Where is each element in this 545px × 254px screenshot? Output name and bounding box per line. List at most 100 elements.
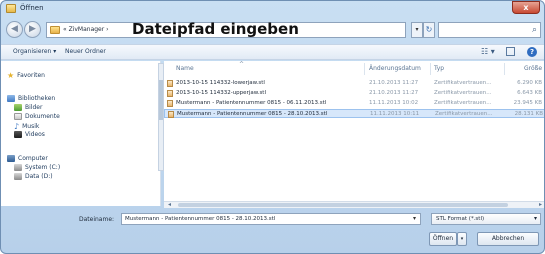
pictures-icon xyxy=(14,104,22,111)
sort-arrow-icon: ^ xyxy=(239,61,245,68)
nav-label: Dokumente xyxy=(25,113,60,120)
window-title: Öffnen xyxy=(20,4,44,12)
file-type: Zertifikatvertrauen... xyxy=(435,111,493,117)
stl-file-icon xyxy=(167,100,173,107)
filename-dropdown-icon[interactable]: ▾ xyxy=(413,215,416,222)
file-row[interactable]: 2013-10-15 114332-lowerjaw.stl 21.10.201… xyxy=(164,79,544,88)
folder-icon xyxy=(6,4,16,13)
drive-icon xyxy=(14,164,22,171)
scrollbar-thumb[interactable] xyxy=(159,80,163,120)
file-date: 11.11.2013 10:11 xyxy=(370,111,420,117)
dialog-footer: Dateiname: Mustermann - Patientennummer … xyxy=(1,208,544,253)
file-date: 21.10.2013 11:27 xyxy=(369,80,419,86)
address-annotation: Dateipfad eingeben xyxy=(132,20,299,38)
video-icon xyxy=(14,131,22,138)
folder-icon xyxy=(50,26,60,34)
close-button[interactable]: x xyxy=(512,1,540,14)
scroll-right-icon[interactable]: ▸ xyxy=(539,201,542,208)
stl-file-icon xyxy=(167,80,173,87)
file-list: ^ Name Änderungsdatum Typ Größe 2013-10-… xyxy=(164,61,544,206)
column-header-name[interactable]: Name xyxy=(176,65,194,72)
library-icon xyxy=(7,95,15,102)
title-bar: Öffnen x xyxy=(1,1,544,17)
nav-label: System (C:) xyxy=(25,164,61,171)
file-size: 6.290 KB xyxy=(517,80,542,86)
filename-input[interactable]: Mustermann - Patientennummer 0815 - 28.1… xyxy=(121,213,421,225)
nav-label: Bilder xyxy=(25,104,43,111)
forward-button[interactable]: ▶ xyxy=(24,21,41,38)
file-list-scrollbar[interactable]: ◂ ▸ xyxy=(164,201,544,208)
file-date: 11.11.2013 10:02 xyxy=(369,100,419,106)
navigation-pane: ★ Favoriten Bibliotheken Bilder Dokumente… xyxy=(1,61,161,206)
nav-label: Bibliotheken xyxy=(18,95,56,102)
file-size: 28.131 KB xyxy=(514,111,543,117)
nav-item-videos[interactable]: Videos xyxy=(14,131,45,138)
file-name: Mustermann - Patientennummer 0815 - 28.1… xyxy=(177,111,328,117)
column-header-type[interactable]: Typ xyxy=(434,65,444,72)
nav-item-drive-d[interactable]: Data (D:) xyxy=(14,173,53,180)
address-dropdown-button[interactable]: ▾ xyxy=(411,22,423,38)
organize-menu[interactable]: Organisieren ▾ xyxy=(13,48,56,55)
filename-label: Dateiname: xyxy=(79,216,115,223)
file-name: 2013-10-15 114332-lowerjaw.stl xyxy=(176,80,265,86)
new-folder-button[interactable]: Neuer Ordner xyxy=(65,48,106,55)
file-row[interactable]: Mustermann - Patientennummer 0815 - 06.1… xyxy=(164,99,544,108)
column-divider[interactable] xyxy=(430,63,431,75)
preview-pane-button[interactable] xyxy=(506,47,515,56)
file-name: Mustermann - Patientennummer 0815 - 06.1… xyxy=(176,100,327,106)
nav-label: Computer xyxy=(18,155,48,162)
file-type-filter[interactable]: STL Format (*.stl) ▾ xyxy=(431,213,541,225)
address-bar[interactable]: « ZivManager › Dateipfad eingeben xyxy=(46,20,406,38)
open-button[interactable]: Öffnen xyxy=(429,232,457,246)
nav-item-documents[interactable]: Dokumente xyxy=(14,113,60,120)
file-type: Zertifikatvertrauen... xyxy=(434,90,492,96)
nav-item-computer[interactable]: Computer xyxy=(7,155,48,162)
help-icon[interactable]: ? xyxy=(527,47,537,57)
nav-label: Data (D:) xyxy=(25,173,53,180)
search-input[interactable]: ⌕ xyxy=(438,22,541,38)
stl-file-icon xyxy=(167,90,173,97)
file-name: 2013-10-15 114332-upperjaw.stl xyxy=(176,90,266,96)
arrow-right-icon: ▶ xyxy=(29,24,36,34)
nav-item-favorites[interactable]: ★ Favoriten xyxy=(7,71,45,80)
open-options-button[interactable]: ▾ xyxy=(457,232,467,246)
file-size: 23.945 KB xyxy=(513,100,542,106)
nav-item-drive-c[interactable]: System (C:) xyxy=(14,164,60,171)
file-date: 21.10.2013 11:27 xyxy=(369,90,419,96)
address-row: ◀ ▶ « ZivManager › Dateipfad eingeben ▾ … xyxy=(1,19,544,41)
search-icon: ⌕ xyxy=(531,25,537,35)
nav-label: Videos xyxy=(25,131,45,138)
music-icon: ♪ xyxy=(14,122,20,131)
nav-item-music[interactable]: ♪ Musik xyxy=(14,122,39,131)
scrollbar-thumb[interactable] xyxy=(178,203,508,207)
file-type-filter-value: STL Format (*.stl) xyxy=(436,216,485,222)
arrow-left-icon: ◀ xyxy=(11,24,18,34)
file-row[interactable]: 2013-10-15 114332-upperjaw.stl 21.10.201… xyxy=(164,89,544,98)
column-header-date[interactable]: Änderungsdatum xyxy=(369,65,421,72)
breadcrumb[interactable]: « ZivManager › xyxy=(63,26,109,33)
back-button[interactable]: ◀ xyxy=(6,21,23,38)
file-type: Zertifikatvertrauen... xyxy=(434,100,492,106)
nav-item-libraries[interactable]: Bibliotheken xyxy=(7,95,55,102)
cancel-button[interactable]: Abbrechen xyxy=(477,232,539,246)
refresh-button[interactable]: ↻ xyxy=(423,22,435,38)
column-header-size[interactable]: Größe xyxy=(524,65,542,72)
nav-label: Musik xyxy=(22,123,40,130)
open-file-dialog: Öffnen x ◀ ▶ « ZivManager › Dateipfad ei… xyxy=(0,0,545,254)
nav-item-pictures[interactable]: Bilder xyxy=(14,104,42,111)
file-type: Zertifikatvertrauen... xyxy=(434,80,492,86)
chevron-down-icon: ▾ xyxy=(533,215,537,222)
stl-file-icon xyxy=(168,111,174,118)
command-bar: Organisieren ▾ Neuer Ordner ☷ ▾ ? xyxy=(1,44,544,60)
view-options-button[interactable]: ☷ ▾ xyxy=(481,47,495,56)
file-row-selected[interactable]: Mustermann - Patientennummer 0815 - 28.1… xyxy=(164,109,544,118)
column-divider[interactable] xyxy=(504,63,505,75)
computer-icon xyxy=(7,155,15,162)
drive-icon xyxy=(14,173,22,180)
file-size: 6.643 KB xyxy=(517,90,542,96)
documents-icon xyxy=(14,113,22,120)
nav-label: Favoriten xyxy=(17,72,45,79)
star-icon: ★ xyxy=(7,71,15,80)
column-divider[interactable] xyxy=(364,63,365,75)
scroll-left-icon[interactable]: ◂ xyxy=(168,201,171,208)
